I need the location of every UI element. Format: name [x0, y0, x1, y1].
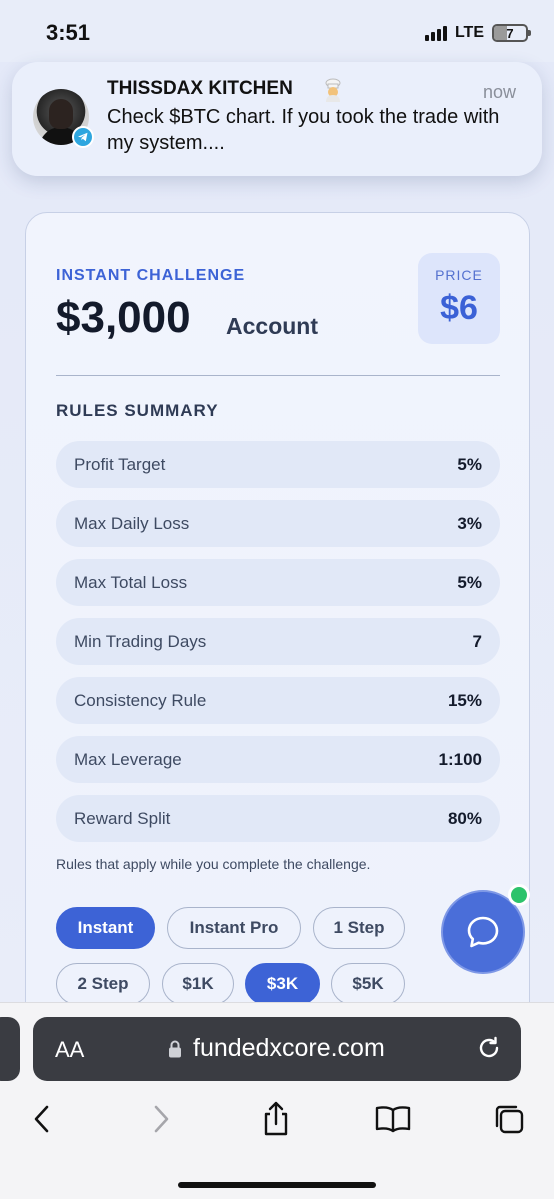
rule-row-max-leverage: Max Leverage 1:100: [56, 736, 500, 783]
price-value: $6: [440, 289, 478, 327]
previous-tab-preview[interactable]: [0, 1017, 20, 1081]
home-indicator: [178, 1182, 376, 1188]
chevron-left-icon: [34, 1105, 49, 1133]
bookmarks-button[interactable]: [373, 1099, 413, 1139]
rule-label: Max Total Loss: [74, 572, 188, 592]
challenge-label: INSTANT CHALLENGE: [56, 267, 246, 284]
size-5k-button[interactable]: $5K: [331, 963, 405, 1005]
browser-bottom-bar: AA fundedxcore.com: [0, 1002, 554, 1199]
back-button[interactable]: [22, 1099, 62, 1139]
rule-label: Max Daily Loss: [74, 513, 190, 533]
rule-value: 1:100: [438, 749, 482, 769]
rule-value: 5%: [457, 454, 482, 474]
rule-label: Reward Split: [74, 808, 171, 828]
rule-label: Consistency Rule: [74, 690, 207, 710]
tabs-icon: [495, 1105, 524, 1134]
cook-emoji-icon: [321, 78, 345, 107]
type-1-step-button[interactable]: 1 Step: [313, 907, 405, 949]
size-1k-button[interactable]: $1K: [162, 963, 234, 1005]
rule-label: Max Leverage: [74, 749, 182, 769]
rule-row-max-daily-loss: Max Daily Loss 3%: [56, 500, 500, 547]
divider: [56, 375, 500, 376]
status-indicators: LTE 7: [424, 24, 531, 42]
rule-value: 5%: [457, 572, 482, 592]
rules-list: Profit Target 5% Max Daily Loss 3% Max T…: [56, 441, 500, 854]
reload-icon[interactable]: [476, 1035, 502, 1061]
signal-icon: [424, 25, 447, 41]
network-label: LTE: [454, 24, 484, 41]
account-amount: $3,000: [56, 293, 191, 342]
chat-bubble-icon: [467, 916, 499, 948]
battery-level: 7: [506, 25, 514, 41]
tabs-button[interactable]: [489, 1099, 529, 1139]
notification-banner[interactable]: THISSDAX KITCHEN now Check $BTC chart. I…: [12, 62, 542, 176]
rules-note: Rules that apply while you complete the …: [56, 856, 371, 872]
rule-value: 15%: [447, 690, 482, 710]
account-word: Account: [226, 313, 318, 339]
chevron-right-icon: [154, 1105, 169, 1133]
web-page: INSTANT CHALLENGE $3,000 Account PRICE $…: [0, 62, 554, 1036]
url-text[interactable]: fundedxcore.com: [193, 1034, 385, 1063]
lock-icon: [169, 1040, 181, 1058]
rules-title: RULES SUMMARY: [56, 401, 219, 420]
rule-row-consistency-rule: Consistency Rule 15%: [56, 677, 500, 724]
address-bar[interactable]: AA fundedxcore.com: [33, 1017, 521, 1081]
telegram-icon: [72, 126, 94, 148]
notification-time: now: [482, 82, 516, 102]
rule-row-min-trading-days: Min Trading Days 7: [56, 618, 500, 665]
rule-value: 7: [472, 631, 482, 651]
notification-body: Check $BTC chart. If you took the trade …: [107, 106, 500, 154]
rule-row-max-total-loss: Max Total Loss 5%: [56, 559, 500, 606]
share-button[interactable]: [256, 1099, 296, 1139]
rule-value: 80%: [447, 808, 482, 828]
price-box: PRICE $6: [418, 253, 500, 344]
rule-value: 3%: [457, 513, 482, 533]
rule-label: Min Trading Days: [74, 631, 207, 651]
rule-row-profit-target: Profit Target 5%: [56, 441, 500, 488]
forward-button[interactable]: [141, 1099, 181, 1139]
online-status-dot: [508, 884, 530, 906]
status-bar: 3:51 LTE 7: [0, 0, 554, 62]
type-instant-button[interactable]: Instant: [56, 907, 155, 949]
rule-label: Profit Target: [74, 454, 166, 474]
type-instant-pro-button[interactable]: Instant Pro: [167, 907, 301, 949]
price-label: PRICE: [435, 267, 483, 283]
status-time: 3:51: [46, 20, 91, 45]
battery-icon: 7: [492, 24, 531, 42]
share-icon: [264, 1101, 288, 1136]
notification-title: THISSDAX KITCHEN: [107, 78, 293, 99]
rule-row-reward-split: Reward Split 80%: [56, 795, 500, 842]
browser-toolbar: [0, 1099, 554, 1149]
type-2-step-button[interactable]: 2 Step: [56, 963, 150, 1005]
reader-options-button[interactable]: AA: [55, 1037, 84, 1063]
size-3k-button[interactable]: $3K: [245, 963, 320, 1005]
book-icon: [375, 1106, 411, 1133]
